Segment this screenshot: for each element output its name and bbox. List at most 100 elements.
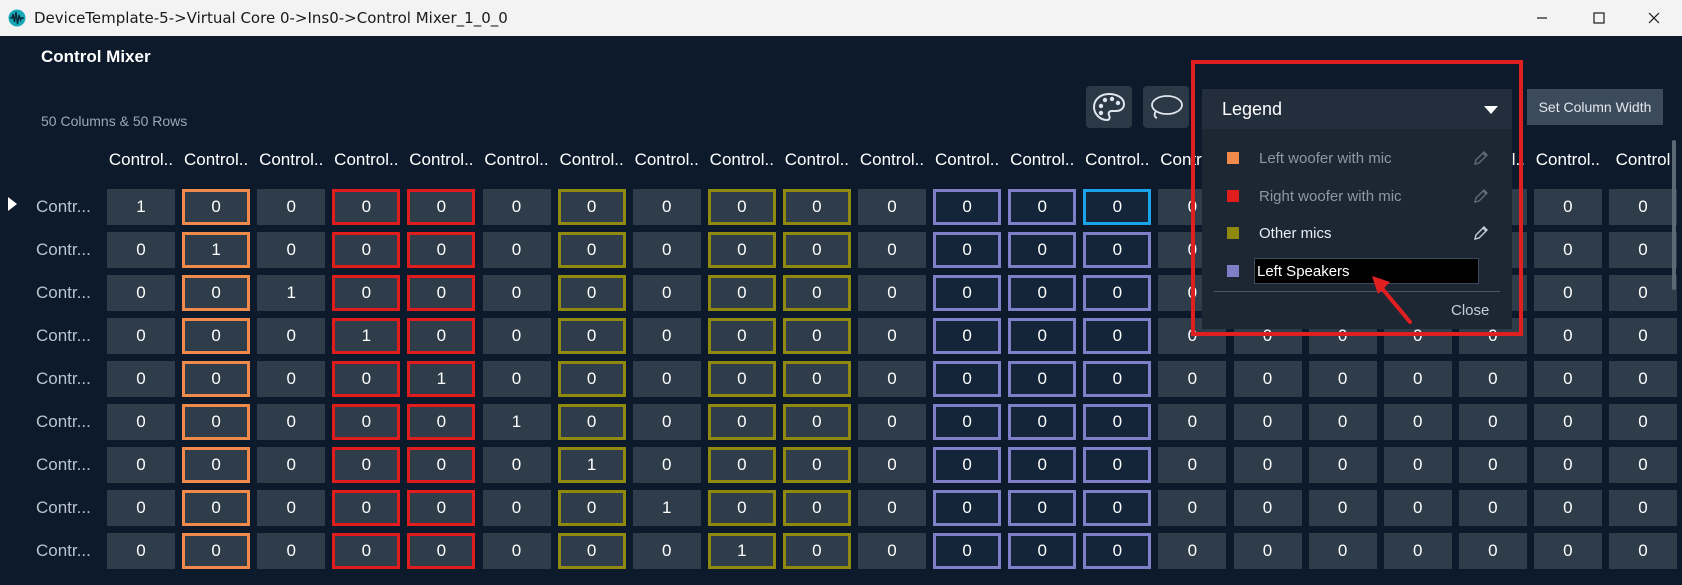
mixer-cell[interactable]: 0 xyxy=(933,232,1002,268)
mixer-cell[interactable]: 0 xyxy=(332,189,401,225)
mixer-cell[interactable]: 0 xyxy=(482,318,551,354)
mixer-cell[interactable]: 0 xyxy=(407,318,476,354)
mixer-cell[interactable]: 0 xyxy=(1609,189,1677,225)
mixer-cell[interactable]: 1 xyxy=(557,447,626,483)
mixer-cell[interactable]: 0 xyxy=(1383,404,1452,440)
mixer-cell[interactable]: 0 xyxy=(632,275,701,311)
mixer-cell[interactable]: 0 xyxy=(407,189,476,225)
mixer-cell[interactable]: 0 xyxy=(707,447,776,483)
mixer-cell[interactable]: 0 xyxy=(1008,318,1077,354)
column-header[interactable]: Control.. xyxy=(481,150,553,170)
mixer-cell[interactable]: 0 xyxy=(407,533,476,569)
mixer-cell[interactable]: 0 xyxy=(332,275,401,311)
mixer-cell[interactable]: 0 xyxy=(407,275,476,311)
mixer-cell[interactable]: 0 xyxy=(107,275,175,311)
mixer-cell[interactable]: 0 xyxy=(858,189,926,225)
mixer-cell[interactable]: 0 xyxy=(1008,404,1077,440)
mixer-cell[interactable]: 0 xyxy=(1458,533,1527,569)
mixer-cell[interactable]: 0 xyxy=(332,447,401,483)
mixer-cell[interactable]: 0 xyxy=(182,490,251,526)
mixer-cell[interactable]: 1 xyxy=(482,404,551,440)
mixer-cell[interactable]: 0 xyxy=(1609,275,1677,311)
mixer-cell[interactable]: 0 xyxy=(482,447,551,483)
row-header[interactable]: Contr... xyxy=(36,541,98,561)
mixer-cell[interactable]: 0 xyxy=(1008,490,1077,526)
mixer-cell[interactable]: 0 xyxy=(1158,533,1227,569)
mixer-cell[interactable]: 0 xyxy=(1083,232,1152,268)
mixer-cell[interactable]: 0 xyxy=(1083,361,1152,397)
mixer-cell[interactable]: 0 xyxy=(557,232,626,268)
column-header[interactable]: Control.. xyxy=(255,150,327,170)
mixer-cell[interactable]: 0 xyxy=(407,490,476,526)
mixer-cell[interactable]: 0 xyxy=(782,275,851,311)
row-header[interactable]: Contr... xyxy=(36,197,98,217)
column-header[interactable]: Control.. xyxy=(1006,150,1078,170)
row-header[interactable]: Contr... xyxy=(36,326,98,346)
mixer-cell[interactable]: 0 xyxy=(107,447,175,483)
mixer-cell[interactable]: 0 xyxy=(1609,490,1677,526)
mixer-cell[interactable]: 0 xyxy=(707,232,776,268)
mixer-cell[interactable]: 0 xyxy=(858,232,926,268)
mixer-cell[interactable]: 0 xyxy=(858,361,926,397)
mixer-cell[interactable]: 0 xyxy=(1383,490,1452,526)
mixer-cell[interactable]: 0 xyxy=(257,447,326,483)
mixer-cell[interactable]: 1 xyxy=(257,275,326,311)
mixer-cell[interactable]: 1 xyxy=(707,533,776,569)
mixer-cell[interactable]: 0 xyxy=(557,533,626,569)
maximize-button[interactable] xyxy=(1571,0,1627,36)
column-header[interactable]: Control.. xyxy=(781,150,853,170)
mixer-cell[interactable]: 0 xyxy=(557,189,626,225)
mixer-cell[interactable]: 0 xyxy=(632,404,701,440)
mixer-cell[interactable]: 0 xyxy=(632,189,701,225)
mixer-cell[interactable]: 0 xyxy=(1008,275,1077,311)
mixer-cell[interactable]: 0 xyxy=(1609,533,1677,569)
mixer-cell[interactable]: 1 xyxy=(632,490,701,526)
mixer-cell[interactable]: 0 xyxy=(1083,533,1152,569)
mixer-cell[interactable]: 0 xyxy=(1233,447,1302,483)
row-header[interactable]: Contr... xyxy=(36,455,98,475)
mixer-cell[interactable]: 0 xyxy=(482,189,551,225)
mixer-cell[interactable]: 0 xyxy=(482,275,551,311)
mixer-cell[interactable]: 0 xyxy=(782,533,851,569)
mixer-cell[interactable]: 0 xyxy=(182,404,251,440)
mixer-cell[interactable]: 1 xyxy=(182,232,251,268)
close-window-button[interactable] xyxy=(1626,0,1682,36)
mixer-cell[interactable]: 0 xyxy=(707,275,776,311)
mixer-cell[interactable]: 0 xyxy=(182,447,251,483)
mixer-cell[interactable]: 0 xyxy=(1083,275,1152,311)
mixer-cell[interactable]: 0 xyxy=(1458,490,1527,526)
mixer-cell[interactable]: 0 xyxy=(332,232,401,268)
column-header[interactable]: Control.. xyxy=(706,150,778,170)
mixer-cell[interactable]: 0 xyxy=(1533,533,1602,569)
mixer-cell[interactable]: 0 xyxy=(332,404,401,440)
mixer-cell[interactable]: 0 xyxy=(107,404,175,440)
mixer-cell[interactable]: 0 xyxy=(332,490,401,526)
mixer-cell[interactable]: 0 xyxy=(182,318,251,354)
mixer-cell[interactable]: 0 xyxy=(482,232,551,268)
row-header[interactable]: Contr... xyxy=(36,283,98,303)
column-header[interactable]: Control.. xyxy=(330,150,402,170)
column-header[interactable]: Control.. xyxy=(405,150,477,170)
mixer-cell[interactable]: 0 xyxy=(1533,318,1602,354)
mixer-cell[interactable]: 0 xyxy=(1008,232,1077,268)
mixer-cell[interactable]: 0 xyxy=(858,318,926,354)
mixer-cell[interactable]: 0 xyxy=(1609,404,1677,440)
mixer-cell[interactable]: 0 xyxy=(107,490,175,526)
mixer-cell[interactable]: 0 xyxy=(557,490,626,526)
mixer-cell[interactable]: 0 xyxy=(182,189,251,225)
mixer-cell[interactable]: 0 xyxy=(182,533,251,569)
mixer-cell[interactable]: 0 xyxy=(1308,533,1377,569)
mixer-cell[interactable]: 0 xyxy=(1008,533,1077,569)
mixer-cell[interactable]: 0 xyxy=(1533,404,1602,440)
mixer-cell[interactable]: 0 xyxy=(407,447,476,483)
column-header[interactable]: Control.. xyxy=(631,150,703,170)
mixer-cell[interactable]: 0 xyxy=(257,189,326,225)
column-header[interactable]: Control.. xyxy=(856,150,928,170)
mixer-cell[interactable]: 0 xyxy=(1233,361,1302,397)
mixer-cell[interactable]: 0 xyxy=(1083,404,1152,440)
mixer-cell[interactable]: 0 xyxy=(1533,490,1602,526)
palette-button[interactable] xyxy=(1086,86,1132,128)
mixer-cell[interactable]: 0 xyxy=(107,318,175,354)
mixer-cell[interactable]: 0 xyxy=(782,404,851,440)
mixer-cell[interactable]: 0 xyxy=(257,232,326,268)
